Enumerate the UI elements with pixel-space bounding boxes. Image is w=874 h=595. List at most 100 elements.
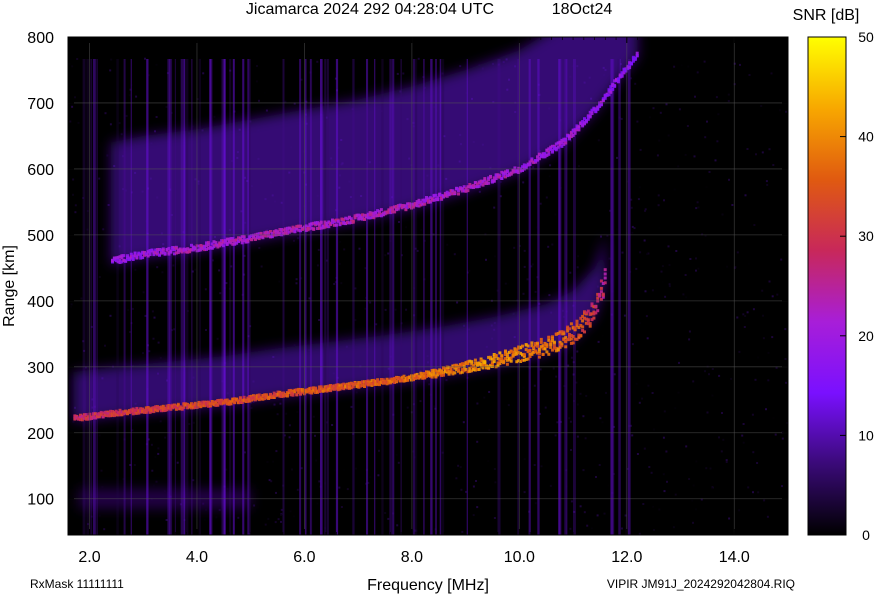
trace-point: [596, 107, 600, 111]
trace-point: [473, 358, 477, 362]
trace-point: [238, 396, 242, 400]
trace-point: [504, 349, 507, 353]
trace-point: [603, 268, 607, 272]
trace-point: [603, 96, 607, 100]
trace-point: [406, 378, 410, 382]
trace-point: [551, 150, 554, 154]
trace-point: [502, 360, 506, 364]
trace-point: [536, 344, 539, 348]
colorbar-tick-label: 0: [862, 527, 870, 543]
trace-point: [423, 202, 427, 206]
trace-point: [259, 231, 263, 235]
trace-point: [500, 354, 504, 358]
x-tick-label: 14.0: [719, 549, 750, 566]
rxmask-label: RxMask 11111111: [30, 577, 124, 591]
y-tick-label: 600: [27, 162, 54, 179]
trace-point: [526, 344, 530, 348]
trace-point: [549, 342, 553, 346]
trace-point: [564, 345, 568, 349]
trace-point: [442, 373, 445, 377]
trace-point: [257, 393, 261, 397]
trace-point: [549, 345, 553, 349]
trace-point: [599, 286, 603, 290]
trace-point: [498, 351, 502, 355]
colorbar-label: SNR [dB]: [793, 7, 860, 24]
file-label: VIPIR JM91J_2024292042804.RIQ: [607, 577, 795, 591]
trace-point: [466, 189, 470, 193]
trace-point: [560, 342, 564, 346]
trace-point: [242, 235, 246, 239]
trace-point: [133, 251, 137, 255]
trace-point: [509, 359, 513, 363]
trace-point: [579, 334, 583, 338]
colorbar: [807, 36, 847, 536]
y-tick-label: 400: [27, 294, 54, 311]
trace-point: [319, 220, 323, 224]
trace-point: [547, 335, 551, 339]
trace-point: [577, 125, 581, 129]
colorbar-tick-label: 10: [858, 427, 874, 443]
trace-point: [206, 243, 210, 247]
trace-point: [148, 253, 152, 256]
trace-point: [528, 349, 532, 352]
trace-point: [161, 248, 165, 252]
trace-point: [603, 272, 607, 276]
trace-point: [575, 319, 579, 323]
trace-point: [635, 54, 639, 58]
chart-date: 18Oct24: [552, 1, 613, 18]
x-axis-label: Frequency [MHz]: [367, 577, 489, 594]
trace-point: [88, 412, 92, 416]
trace-point: [457, 368, 460, 372]
trace-point: [564, 141, 568, 145]
trace-point: [594, 305, 598, 308]
trace-point: [334, 223, 338, 227]
trace-point: [603, 276, 607, 280]
trace-point: [167, 246, 171, 250]
y-tick-label: 100: [27, 492, 54, 509]
trace-point: [569, 322, 573, 326]
x-tick-label: 6.0: [293, 549, 315, 566]
y-axis-label: Range [km]: [1, 245, 18, 327]
y-tick-label: 300: [27, 360, 54, 377]
x-tick-label: 12.0: [611, 549, 642, 566]
colorbar-tick-label: 30: [858, 228, 874, 244]
trace-point: [609, 90, 613, 94]
trace-point: [539, 337, 543, 341]
trace-point: [562, 332, 566, 336]
trace-point: [630, 62, 633, 66]
trace-point: [539, 340, 543, 344]
y-tick-label: 800: [27, 30, 54, 47]
trace-point: [613, 84, 617, 88]
trace-point: [588, 322, 592, 326]
trace-point: [571, 335, 575, 338]
trace-point: [616, 80, 620, 84]
trace-point: [603, 281, 607, 285]
trace-point: [564, 138, 568, 142]
trace-point: [221, 244, 225, 248]
trace-point: [537, 355, 541, 359]
trace-point: [363, 218, 366, 221]
trace-point: [163, 252, 167, 256]
chart-title: Jicamarca 2024 292 04:28:04 UTC: [246, 1, 494, 18]
trace-point: [541, 352, 545, 356]
trace-point: [611, 87, 615, 91]
colorbar-tick-label: 40: [858, 129, 874, 145]
x-tick-label: 2.0: [78, 549, 100, 566]
trace-point: [229, 402, 233, 406]
trace-point: [592, 316, 596, 320]
x-tick-label: 10.0: [504, 549, 535, 566]
trace-point: [169, 250, 173, 254]
trace-point: [628, 66, 632, 70]
trace-point: [351, 385, 355, 389]
trace-point: [530, 341, 534, 345]
trace-point: [584, 120, 588, 124]
trace-point: [312, 227, 316, 231]
colorbar-tick-label: 50: [858, 29, 874, 45]
y-tick-label: 700: [27, 96, 54, 113]
trace-point: [590, 112, 594, 115]
trace-point: [528, 163, 532, 166]
trace-point: [554, 148, 558, 152]
trace-point: [601, 292, 605, 296]
trace-point: [489, 175, 492, 179]
colorbar-tick-label: 20: [858, 328, 874, 344]
